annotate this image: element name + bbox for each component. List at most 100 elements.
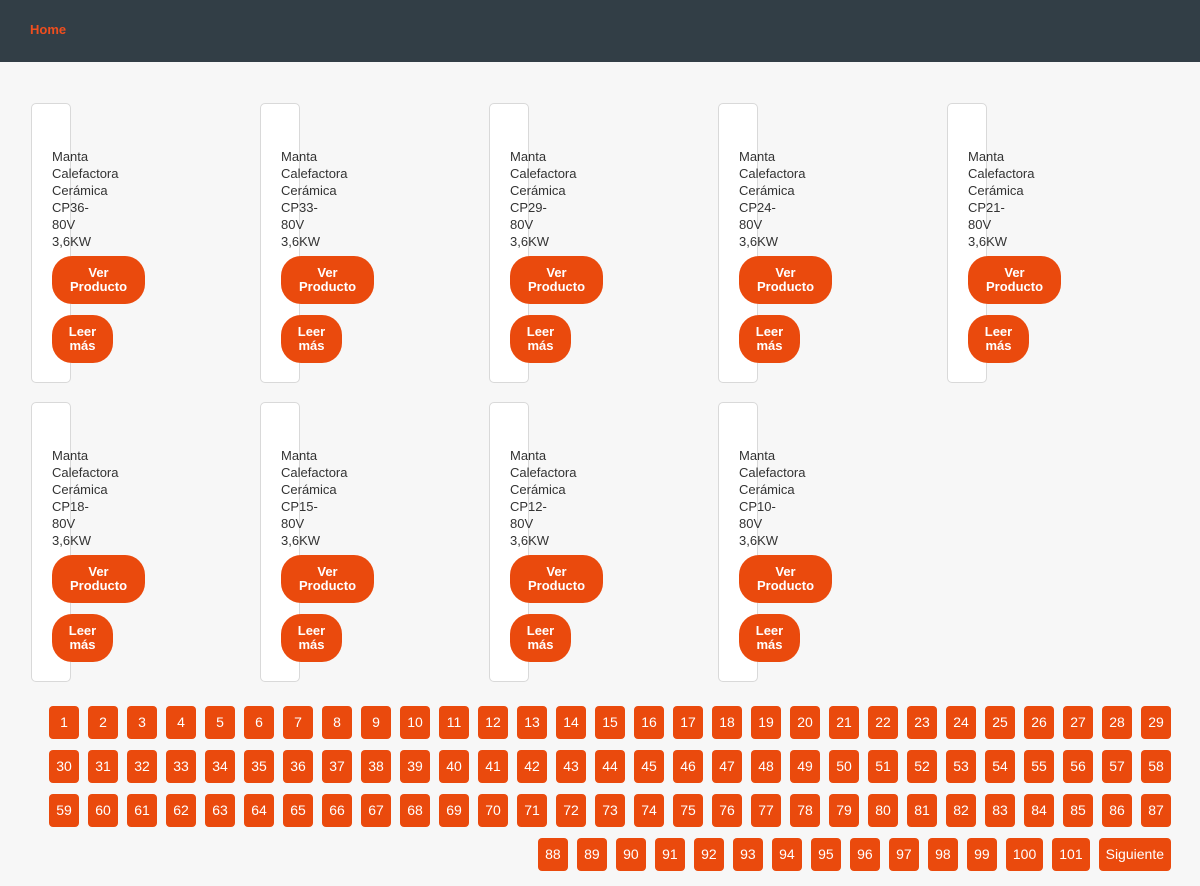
page-number-button[interactable]: 50	[829, 750, 859, 783]
page-number-button[interactable]: 15	[595, 706, 625, 739]
page-number-button[interactable]: 11	[439, 706, 469, 739]
read-more-button[interactable]: Leer más	[281, 614, 342, 662]
page-number-button[interactable]: 44	[595, 750, 625, 783]
page-number-button[interactable]: 52	[907, 750, 937, 783]
page-number-button[interactable]: 24	[946, 706, 976, 739]
view-product-button[interactable]: Ver Producto	[52, 256, 145, 304]
page-number-button[interactable]: 19	[751, 706, 781, 739]
page-number-button[interactable]: 82	[946, 794, 976, 827]
home-link[interactable]: Home	[30, 22, 66, 37]
page-number-button[interactable]: 56	[1063, 750, 1093, 783]
view-product-button[interactable]: Ver Producto	[510, 555, 603, 603]
view-product-button[interactable]: Ver Producto	[739, 555, 832, 603]
page-number-button[interactable]: 43	[556, 750, 586, 783]
page-number-button[interactable]: 74	[634, 794, 664, 827]
page-number-button[interactable]: 20	[790, 706, 820, 739]
read-more-button[interactable]: Leer más	[510, 315, 571, 363]
page-number-button[interactable]: 10	[400, 706, 430, 739]
read-more-button[interactable]: Leer más	[739, 315, 800, 363]
page-number-button[interactable]: 26	[1024, 706, 1054, 739]
read-more-button[interactable]: Leer más	[281, 315, 342, 363]
page-number-button[interactable]: 9	[361, 706, 391, 739]
page-number-button[interactable]: 67	[361, 794, 391, 827]
page-number-button[interactable]: 63	[205, 794, 235, 827]
read-more-button[interactable]: Leer más	[52, 614, 113, 662]
view-product-button[interactable]: Ver Producto	[510, 256, 603, 304]
page-number-button[interactable]: 59	[49, 794, 79, 827]
page-number-button[interactable]: 39	[400, 750, 430, 783]
page-number-button[interactable]: 38	[361, 750, 391, 783]
page-number-button[interactable]: 90	[615, 838, 646, 871]
page-number-button[interactable]: 84	[1024, 794, 1054, 827]
page-number-button[interactable]: 13	[517, 706, 547, 739]
page-number-button[interactable]: 35	[244, 750, 274, 783]
page-number-button[interactable]: 78	[790, 794, 820, 827]
page-number-button[interactable]: 3	[127, 706, 157, 739]
read-more-button[interactable]: Leer más	[739, 614, 800, 662]
page-number-button[interactable]: 70	[478, 794, 508, 827]
page-number-button[interactable]: 86	[1102, 794, 1132, 827]
page-number-button[interactable]: 29	[1141, 706, 1171, 739]
page-number-button[interactable]: 97	[888, 838, 919, 871]
page-number-button[interactable]: 85	[1063, 794, 1093, 827]
page-number-button[interactable]: 27	[1063, 706, 1093, 739]
view-product-button[interactable]: Ver Producto	[281, 256, 374, 304]
page-number-button[interactable]: 83	[985, 794, 1015, 827]
page-number-button[interactable]: 36	[283, 750, 313, 783]
page-number-button[interactable]: 77	[751, 794, 781, 827]
page-number-button[interactable]: 48	[751, 750, 781, 783]
page-number-button[interactable]: 57	[1102, 750, 1132, 783]
page-number-button[interactable]: 41	[478, 750, 508, 783]
page-number-button[interactable]: 87	[1141, 794, 1171, 827]
page-number-button[interactable]: 5	[205, 706, 235, 739]
page-number-button[interactable]: 53	[946, 750, 976, 783]
read-more-button[interactable]: Leer más	[968, 315, 1029, 363]
page-number-button[interactable]: 92	[693, 838, 724, 871]
page-number-button[interactable]: 73	[595, 794, 625, 827]
page-number-button[interactable]: 33	[166, 750, 196, 783]
page-number-button[interactable]: 17	[673, 706, 703, 739]
page-number-button[interactable]: 94	[771, 838, 802, 871]
page-number-button[interactable]: 64	[244, 794, 274, 827]
page-number-button[interactable]: 68	[400, 794, 430, 827]
page-number-button[interactable]: 7	[283, 706, 313, 739]
page-number-button[interactable]: 46	[673, 750, 703, 783]
read-more-button[interactable]: Leer más	[510, 614, 571, 662]
page-number-button[interactable]: 55	[1024, 750, 1054, 783]
page-number-button[interactable]: 18	[712, 706, 742, 739]
page-number-button[interactable]: 47	[712, 750, 742, 783]
page-number-button[interactable]: 23	[907, 706, 937, 739]
page-number-button[interactable]: 62	[166, 794, 196, 827]
page-number-button[interactable]: 49	[790, 750, 820, 783]
page-number-button[interactable]: 98	[927, 838, 958, 871]
page-number-button[interactable]: 75	[673, 794, 703, 827]
page-number-button[interactable]: 51	[868, 750, 898, 783]
page-number-button[interactable]: 89	[576, 838, 607, 871]
view-product-button[interactable]: Ver Producto	[52, 555, 145, 603]
page-number-button[interactable]: 76	[712, 794, 742, 827]
page-number-button[interactable]: 31	[88, 750, 118, 783]
page-number-button[interactable]: 32	[127, 750, 157, 783]
page-number-button[interactable]: 22	[868, 706, 898, 739]
page-number-button[interactable]: 30	[49, 750, 79, 783]
page-number-button[interactable]: 100	[1005, 838, 1044, 871]
page-number-button[interactable]: 65	[283, 794, 313, 827]
page-number-button[interactable]: 4	[166, 706, 196, 739]
page-number-button[interactable]: 91	[654, 838, 685, 871]
page-number-button[interactable]: 60	[88, 794, 118, 827]
page-number-button[interactable]: 42	[517, 750, 547, 783]
page-number-button[interactable]: 8	[322, 706, 352, 739]
page-number-button[interactable]: 93	[732, 838, 763, 871]
page-number-button[interactable]: 99	[966, 838, 997, 871]
page-number-button[interactable]: 88	[537, 838, 568, 871]
page-number-button[interactable]: 95	[810, 838, 841, 871]
read-more-button[interactable]: Leer más	[52, 315, 113, 363]
page-number-button[interactable]: 25	[985, 706, 1015, 739]
view-product-button[interactable]: Ver Producto	[281, 555, 374, 603]
page-number-button[interactable]: 58	[1141, 750, 1171, 783]
page-number-button[interactable]: 72	[556, 794, 586, 827]
page-number-button[interactable]: 69	[439, 794, 469, 827]
page-number-button[interactable]: 66	[322, 794, 352, 827]
view-product-button[interactable]: Ver Producto	[739, 256, 832, 304]
page-number-button[interactable]: 37	[322, 750, 352, 783]
